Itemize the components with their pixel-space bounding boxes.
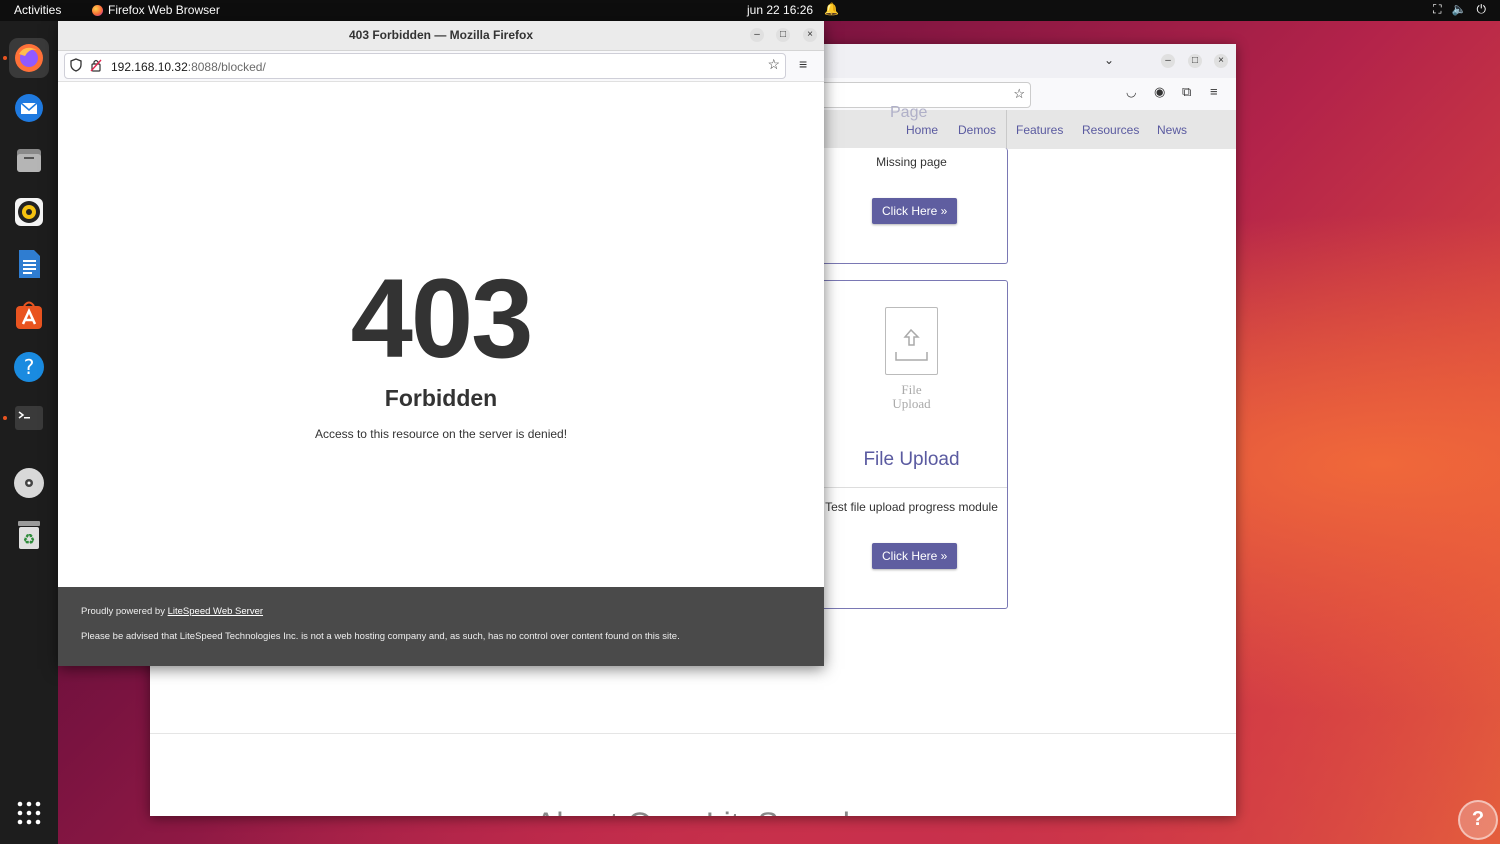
close-button[interactable]: × bbox=[1214, 54, 1228, 68]
file-upload-card: File Upload File Upload Test file upload… bbox=[815, 280, 1008, 609]
click-here-button[interactable]: Click Here » bbox=[872, 543, 958, 569]
pocket-icon[interactable]: ◡ bbox=[1126, 85, 1136, 99]
dock-disc[interactable] bbox=[9, 463, 49, 503]
maximize-button[interactable]: □ bbox=[1188, 54, 1202, 68]
card-text: Test file upload progress module bbox=[825, 500, 998, 514]
activities-button[interactable]: Activities bbox=[14, 3, 61, 17]
help-icon: ? bbox=[14, 352, 44, 382]
url-path: :8088/blocked/ bbox=[187, 60, 266, 74]
powered-by: Proudly powered by LiteSpeed Web Server bbox=[81, 606, 263, 617]
grid-icon bbox=[17, 801, 41, 825]
terminal-icon bbox=[15, 406, 43, 430]
error-heading: Forbidden bbox=[384, 385, 498, 411]
dock-help[interactable]: ? bbox=[9, 347, 49, 387]
network-icon: ⛶ bbox=[1433, 2, 1442, 16]
dock-terminal[interactable] bbox=[9, 398, 49, 438]
svg-text:♻: ♻ bbox=[23, 532, 36, 548]
menu-icon[interactable]: ≡ bbox=[1210, 84, 1218, 99]
url-text: 192.168.10.32:8088/blocked/ bbox=[111, 60, 266, 74]
trash-icon: ♻ bbox=[18, 521, 40, 549]
app-menu[interactable]: Firefox Web Browser bbox=[92, 3, 220, 17]
nav-divider bbox=[1006, 110, 1007, 149]
maximize-button[interactable]: □ bbox=[776, 28, 790, 42]
dock-firefox[interactable] bbox=[9, 38, 49, 78]
nav-demos[interactable]: Demos bbox=[958, 123, 996, 137]
dock-rhythmbox[interactable] bbox=[9, 192, 49, 232]
firefox-window[interactable]: 403 Forbidden — Mozilla Firefox – □ × 19… bbox=[58, 21, 824, 666]
firefox-icon bbox=[92, 4, 103, 16]
error-page: 403 Forbidden Access to this resource on… bbox=[58, 82, 824, 587]
card-title: File Upload bbox=[863, 449, 960, 470]
clock[interactable]: jun 22 16:26 bbox=[747, 3, 813, 17]
error-code: 403 bbox=[350, 256, 534, 381]
page-footer: Proudly powered by LiteSpeed Web Server … bbox=[58, 587, 824, 666]
account-icon[interactable]: ◉ bbox=[1154, 84, 1165, 100]
powered-by-prefix: Proudly powered by bbox=[81, 606, 168, 617]
card-divider bbox=[816, 487, 1007, 488]
nav-page-partial: Page bbox=[890, 104, 928, 121]
insecure-lock-icon[interactable] bbox=[90, 58, 102, 77]
icon-caption-upload: Upload bbox=[892, 396, 931, 411]
url-host: 192.168.10.32 bbox=[111, 60, 188, 74]
volume-icon: 🔈 bbox=[1451, 2, 1467, 16]
nav-features[interactable]: Features bbox=[1016, 123, 1063, 137]
dock: ? ♻ bbox=[0, 21, 58, 844]
rhythmbox-icon bbox=[15, 198, 43, 226]
tab-list-chevron-icon[interactable]: ⌄ bbox=[1104, 53, 1114, 67]
section-divider bbox=[150, 733, 1236, 734]
minimize-button[interactable]: – bbox=[1161, 54, 1175, 68]
bookmark-star-icon[interactable]: ☆ bbox=[1013, 86, 1025, 102]
running-indicator bbox=[3, 416, 7, 420]
firefox-icon bbox=[15, 44, 43, 72]
nav-resources[interactable]: Resources bbox=[1082, 123, 1139, 137]
nav-news[interactable]: News bbox=[1157, 123, 1187, 137]
disc-icon bbox=[14, 468, 44, 498]
thunderbird-icon bbox=[15, 94, 43, 122]
window-title: 403 Forbidden — Mozilla Firefox bbox=[348, 28, 534, 42]
files-icon bbox=[17, 149, 41, 172]
top-bar: Activities Firefox Web Browser jun 22 16… bbox=[0, 0, 1500, 21]
power-icon: ⏻ bbox=[1476, 2, 1487, 16]
close-button[interactable]: × bbox=[803, 28, 817, 42]
watermark-logo: ? bbox=[1458, 800, 1498, 840]
dock-app-center[interactable] bbox=[9, 295, 49, 335]
notification-bell-icon[interactable]: 🔔 bbox=[824, 2, 839, 16]
svg-text:?: ? bbox=[24, 355, 35, 379]
show-apps-button[interactable] bbox=[9, 793, 49, 833]
click-here-button[interactable]: Click Here » bbox=[872, 198, 958, 224]
dock-files[interactable] bbox=[9, 140, 49, 180]
dock-writer[interactable] bbox=[9, 244, 49, 284]
partial-heading-clip: About OpenLiteSpeed bbox=[150, 800, 1236, 816]
advisory-text: Please be advised that LiteSpeed Technol… bbox=[81, 631, 680, 642]
litespeed-link[interactable]: LiteSpeed Web Server bbox=[168, 606, 263, 617]
dock-thunderbird[interactable] bbox=[9, 88, 49, 128]
dock-trash[interactable]: ♻ bbox=[9, 515, 49, 555]
title-bar[interactable]: 403 Forbidden — Mozilla Firefox – □ × bbox=[58, 21, 824, 51]
url-bar[interactable]: 192.168.10.32:8088/blocked/ ☆ bbox=[64, 53, 786, 79]
minimize-button[interactable]: – bbox=[750, 28, 764, 42]
writer-icon bbox=[19, 250, 40, 278]
running-indicator bbox=[3, 56, 7, 60]
system-tray[interactable]: ⛶ 🔈 ⏻ bbox=[1433, 2, 1486, 17]
error-message: Access to this resource on the server is… bbox=[314, 427, 568, 441]
missing-page-card: Missing page Click Here » bbox=[815, 148, 1008, 264]
card-text: Missing page bbox=[876, 155, 947, 169]
app-center-icon bbox=[16, 301, 42, 329]
app-menu-label: Firefox Web Browser bbox=[108, 3, 220, 17]
nav-home[interactable]: Home bbox=[906, 123, 938, 137]
file-upload-icon bbox=[885, 307, 938, 375]
extensions-icon[interactable]: ⧉ bbox=[1182, 84, 1191, 100]
menu-icon[interactable]: ≡ bbox=[799, 56, 807, 72]
partial-heading: About OpenLiteSpeed bbox=[535, 806, 850, 816]
bookmark-star-icon[interactable]: ☆ bbox=[767, 56, 780, 73]
shield-icon[interactable] bbox=[70, 58, 82, 77]
navigation-toolbar: 192.168.10.32:8088/blocked/ ☆ ≡ bbox=[58, 51, 824, 82]
